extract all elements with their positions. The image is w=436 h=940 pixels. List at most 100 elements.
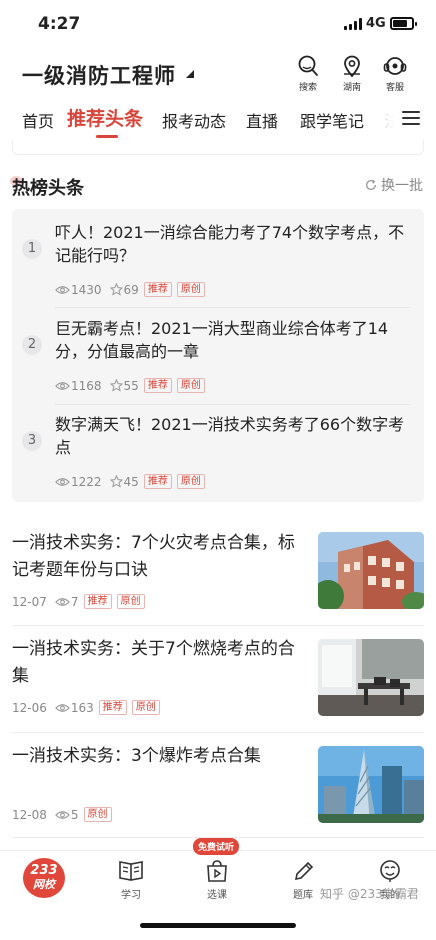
app-header: 一级消防工程师 搜索 湖南 客服 <box>0 48 436 98</box>
view-count: 5 <box>70 807 79 822</box>
nav-courses[interactable]: 选课 <box>187 859 247 901</box>
eye-icon <box>55 285 70 294</box>
star-icon <box>109 283 123 296</box>
hot-divider <box>55 404 410 405</box>
category-tabs: 首页 推荐头条 报考动态 直播 跟学笔记 法 <box>0 98 436 140</box>
tab-exam-news[interactable]: 报考动态 <box>162 108 226 132</box>
network-type: 4G <box>366 16 386 31</box>
tab-recommended[interactable]: 推荐头条 <box>67 104 143 131</box>
rank-badge: 2 <box>22 335 42 355</box>
tag-recommended: 推荐 <box>143 282 172 297</box>
watermark: 知乎 @233学霸君 <box>320 887 419 901</box>
eye-icon <box>55 703 70 712</box>
previous-card-edge <box>12 140 424 155</box>
logo-text-233: 233 <box>30 863 58 878</box>
news-date: 12-08 <box>12 807 47 822</box>
tab-study-notes[interactable]: 跟学笔记 <box>300 108 364 132</box>
eye-icon <box>55 477 70 486</box>
star-icon <box>109 475 123 488</box>
hot-item-title: 数字满天飞！2021一消技术实务考了66个数字考点 <box>55 415 405 457</box>
hot-divider <box>55 307 410 308</box>
location-button[interactable]: 湖南 <box>332 54 372 93</box>
tag-original: 原创 <box>176 282 205 297</box>
tabs-fade <box>372 104 404 134</box>
news-divider <box>12 625 424 626</box>
news-divider <box>12 732 424 733</box>
menu-icon[interactable] <box>402 111 420 129</box>
customer-service-button[interactable]: 客服 <box>375 54 415 93</box>
tab-live[interactable]: 直播 <box>246 108 278 132</box>
battery-icon <box>390 17 417 30</box>
customer-service-label: 客服 <box>385 83 404 93</box>
nav-study-label: 学习 <box>121 890 141 901</box>
pencil-icon <box>294 861 314 881</box>
tag-original: 原创 <box>131 700 160 715</box>
home-logo[interactable]: 233 网校 <box>23 858 65 898</box>
refresh-icon <box>365 179 377 191</box>
office-photo <box>318 639 424 716</box>
search-icon <box>298 55 318 76</box>
hot-item-title: 巨无霸考点！2021一消大型商业综合体考了14分，分值最高的一章 <box>55 319 389 361</box>
refresh-button[interactable]: 换一批 <box>364 175 423 195</box>
news-meta: 12-06 163 推荐 原创 <box>12 700 160 715</box>
hot-item-meta: 1168 55 推荐 原创 <box>55 378 205 393</box>
view-count: 1430 <box>71 282 102 297</box>
tag-recommended: 推荐 <box>98 700 127 715</box>
news-meta: 12-07 7 推荐 原创 <box>12 594 145 609</box>
status-time: 4:27 <box>38 14 81 34</box>
building-photo <box>318 532 424 609</box>
news-title: 一消技术实务：关于7个燃烧考点的合集 <box>12 639 295 686</box>
eye-icon <box>55 810 70 819</box>
eye-icon <box>55 597 70 606</box>
view-count: 163 <box>70 700 94 715</box>
caret-down-icon[interactable] <box>186 70 194 78</box>
news-meta: 12-08 5 原创 <box>12 807 112 822</box>
location-icon <box>344 55 360 78</box>
hot-item-meta: 1222 45 推荐 原创 <box>55 474 205 489</box>
search-label: 搜索 <box>298 83 317 93</box>
book-icon <box>119 861 143 881</box>
hot-item-meta: 1430 69 推荐 原创 <box>55 282 205 297</box>
status-bar: 4:27 4G <box>0 0 436 48</box>
exam-title-selector[interactable]: 一级消防工程师 <box>22 60 176 90</box>
news-date: 12-07 <box>12 594 47 609</box>
profile-icon <box>380 860 400 882</box>
search-button[interactable]: 搜索 <box>288 54 328 93</box>
tag-original: 原创 <box>176 474 205 489</box>
eye-icon <box>55 381 70 390</box>
news-thumbnail <box>318 532 424 609</box>
star-count: 45 <box>123 474 139 489</box>
tag-original: 原创 <box>176 378 205 393</box>
location-label: 湖南 <box>342 83 361 93</box>
signal-icon <box>344 18 362 30</box>
active-tab-indicator <box>96 135 118 138</box>
star-count: 69 <box>123 282 139 297</box>
nav-courses-label: 选课 <box>207 890 227 901</box>
course-bag-icon <box>207 860 227 882</box>
logo-text-school: 网校 <box>33 878 55 891</box>
news-title: 一消技术实务：7个火灾考点合集，标记考题年份与口诀 <box>12 533 295 580</box>
nav-study[interactable]: 学习 <box>101 859 161 901</box>
rank-badge: 1 <box>22 239 42 259</box>
rank-badge: 3 <box>22 431 42 451</box>
tag-original: 原创 <box>116 594 145 609</box>
star-count: 55 <box>123 378 139 393</box>
view-count: 7 <box>70 594 79 609</box>
view-count: 1222 <box>71 474 102 489</box>
tag-original: 原创 <box>83 807 112 822</box>
news-thumbnail <box>318 746 424 823</box>
tab-home[interactable]: 首页 <box>22 108 54 132</box>
news-thumbnail <box>318 639 424 716</box>
tag-recommended: 推荐 <box>143 378 172 393</box>
tag-recommended: 推荐 <box>143 474 172 489</box>
hot-list-panel: 1 吓人！2021一消综合能力考了74个数字考点，不记能行吗？ 1430 69 … <box>12 209 424 502</box>
free-trial-badge: 免费试听 <box>193 838 240 855</box>
star-icon <box>109 379 123 392</box>
skyscraper-photo <box>318 746 424 823</box>
tag-recommended: 推荐 <box>83 594 112 609</box>
home-indicator[interactable] <box>140 923 296 928</box>
hot-item-title: 吓人！2021一消综合能力考了74个数字考点，不记能行吗？ <box>55 223 405 265</box>
headset-icon <box>383 57 407 75</box>
news-title: 一消技术实务：3个爆炸考点合集 <box>12 746 261 766</box>
hot-list-title: 热榜头条 <box>12 178 84 199</box>
